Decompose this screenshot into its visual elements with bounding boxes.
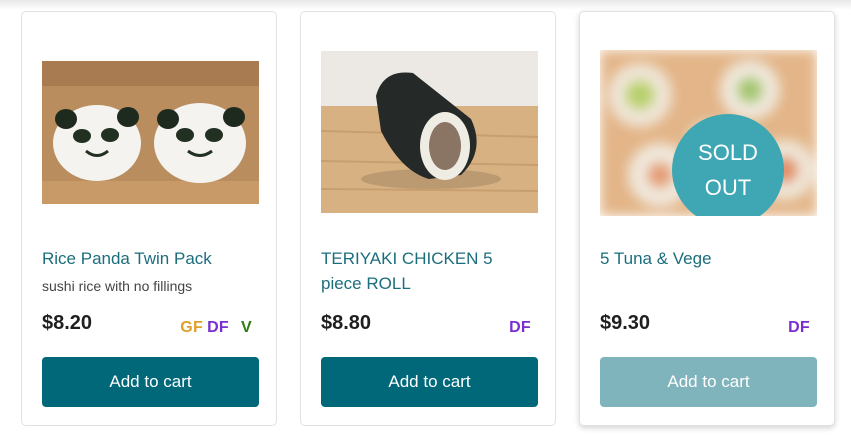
sushi-roll-image [321,51,538,213]
add-to-cart-button[interactable]: Add to cart [42,357,259,407]
sold-out-line2: OUT [704,175,752,200]
tag-v: V [241,319,252,336]
product-card: TERIYAKI CHICKEN 5 piece ROLL $8.80 DF A… [300,11,556,426]
product-title[interactable]: TERIYAKI CHICKEN 5 piece ROLL [321,246,536,296]
product-title[interactable]: Rice Panda Twin Pack [42,246,257,271]
product-card: SOLD OUT 5 Tuna & Vege $9.30 DF Add to c… [579,11,835,426]
tag-df: DF [788,319,810,336]
tag-gf: GF [180,319,204,336]
add-to-cart-button[interactable]: Add to cart [321,357,538,407]
product-price: $9.30 [600,312,651,334]
product-description: sushi rice with no fillings [42,278,193,294]
panda-rice-balls-image [42,61,259,204]
dietary-tags: DF [505,319,531,337]
product-image[interactable] [42,61,259,204]
sold-out-line1: SOLD [698,140,758,165]
dietary-tags: DF [784,319,810,337]
product-title[interactable]: 5 Tuna & Vege [600,246,815,271]
product-price: $8.20 [42,312,93,334]
sold-out-badge: SOLD OUT [672,114,784,216]
add-to-cart-button-disabled[interactable]: Add to cart [600,357,817,407]
product-image[interactable] [321,51,538,213]
product-card: Rice Panda Twin Pack sushi rice with no … [21,11,277,426]
product-price: $8.80 [321,312,372,334]
product-image[interactable]: SOLD OUT [600,50,817,216]
tag-df: DF [207,319,230,336]
tag-df: DF [509,319,531,336]
dietary-tags: GF DF V [176,319,252,337]
header-shadow [0,0,851,10]
